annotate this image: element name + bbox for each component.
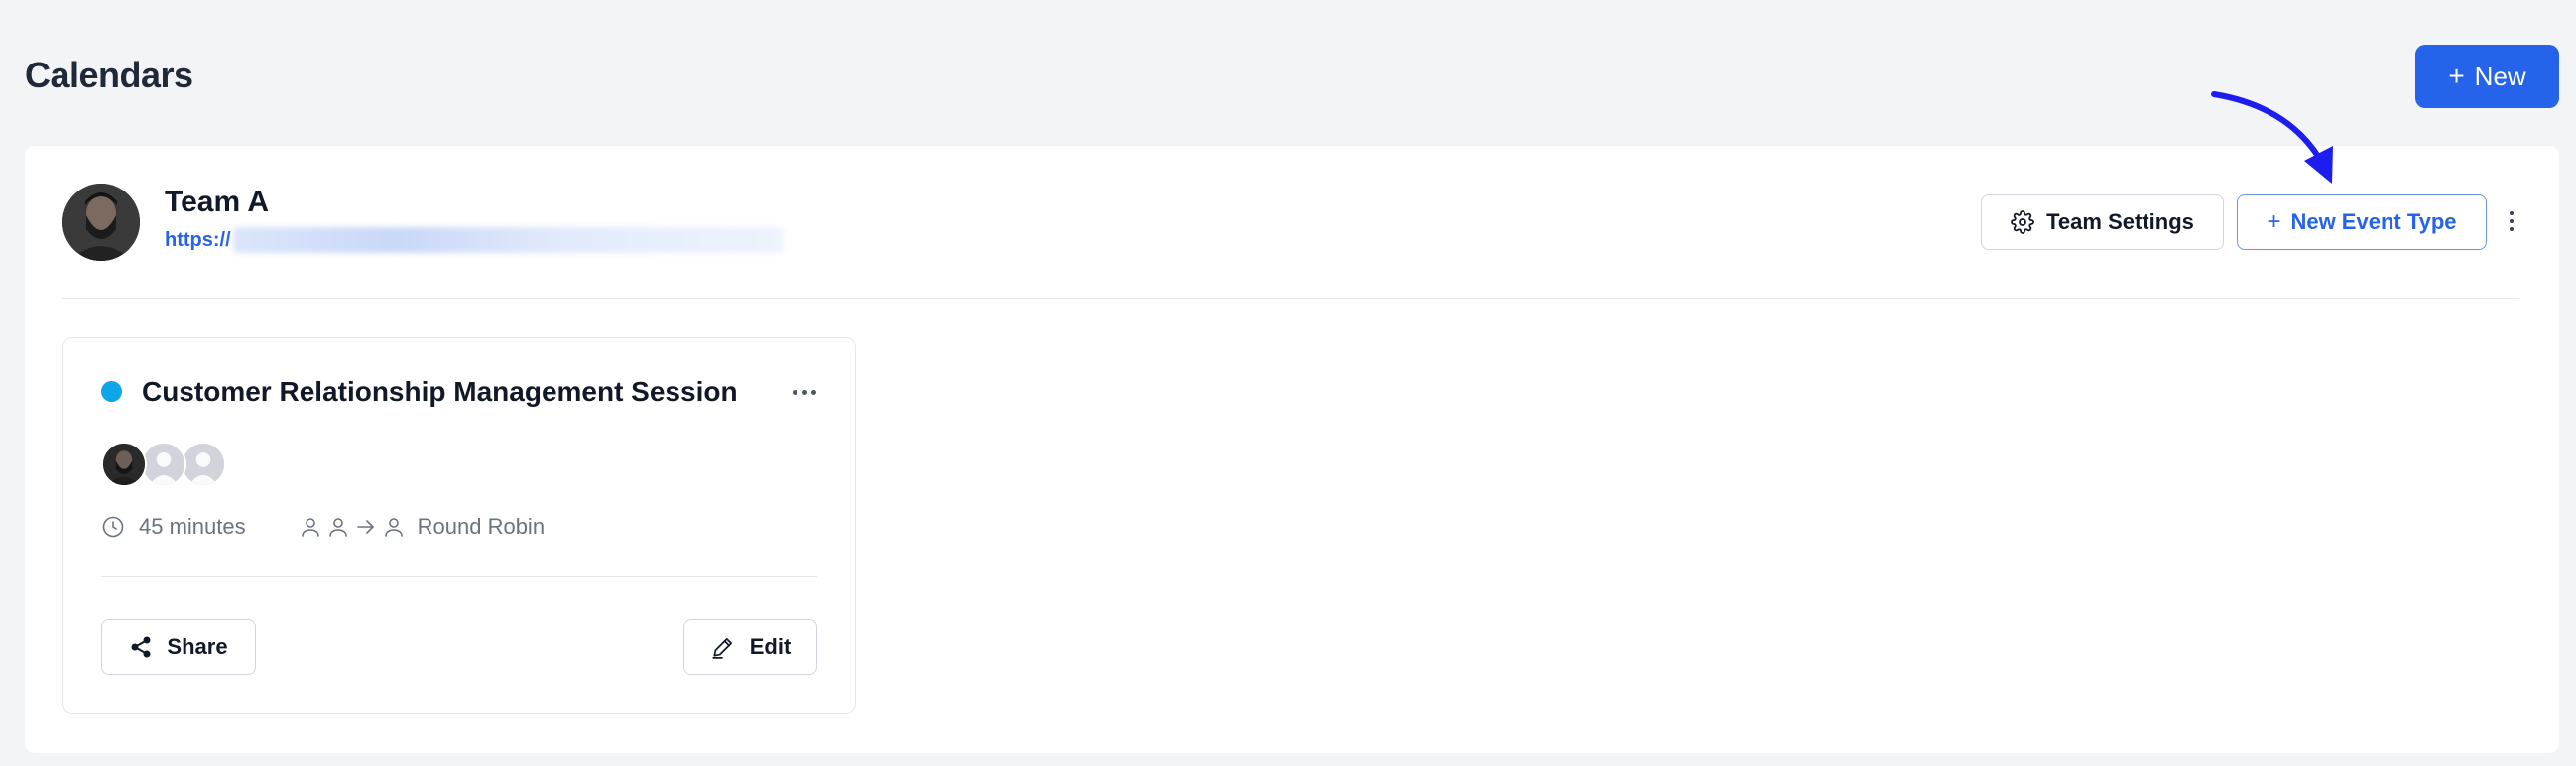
event-meta: 45 minutes Round Robin [101, 514, 545, 540]
host-avatars [101, 442, 240, 487]
event-color-dot [101, 381, 122, 402]
avatar-photo [62, 184, 140, 261]
team-avatar[interactable] [62, 184, 140, 261]
vertical-ellipsis-icon[interactable] [2502, 203, 2521, 239]
share-label: Share [167, 634, 228, 659]
round-robin-icon [299, 515, 406, 539]
team-settings-label: Team Settings [2046, 209, 2194, 234]
plus-icon: + [2267, 208, 2281, 235]
pencil-icon [710, 634, 736, 660]
new-event-type-button[interactable]: + New Event Type [2237, 194, 2487, 250]
arrow-pointer-icon [2211, 91, 2333, 184]
horizontal-ellipsis-icon[interactable] [793, 382, 816, 402]
event-title[interactable]: Customer Relationship Management Session [142, 376, 738, 408]
share-icon [129, 635, 153, 659]
edit-label: Edit [749, 634, 792, 659]
page-title: Calendars [25, 55, 193, 95]
edit-button[interactable]: Edit [683, 619, 817, 675]
host-avatar-placeholder [141, 442, 186, 487]
host-avatar-placeholder [181, 442, 226, 487]
section-divider [62, 298, 2519, 299]
new-button-label: New [2474, 61, 2526, 91]
card-divider [101, 576, 817, 577]
team-url-prefix: https:// [165, 228, 231, 251]
duration-label: 45 minutes [139, 514, 246, 539]
new-button[interactable]: + New [2415, 45, 2559, 108]
host-avatar [101, 442, 147, 487]
team-url-link[interactable]: https:// [165, 227, 784, 253]
team-name: Team A [165, 186, 270, 218]
team-settings-button[interactable]: Team Settings [1981, 194, 2224, 250]
team-panel: Team A https:// Team Settings + New Even… [25, 146, 2559, 753]
assignment-label: Round Robin [417, 514, 546, 539]
clock-icon [101, 515, 125, 539]
redacted-url [232, 227, 784, 253]
plus-icon: + [2448, 61, 2465, 91]
event-type-card: Customer Relationship Management Session [62, 337, 856, 714]
share-button[interactable]: Share [101, 619, 256, 675]
gear-icon [2011, 210, 2034, 234]
new-event-type-label: New Event Type [2290, 209, 2457, 234]
